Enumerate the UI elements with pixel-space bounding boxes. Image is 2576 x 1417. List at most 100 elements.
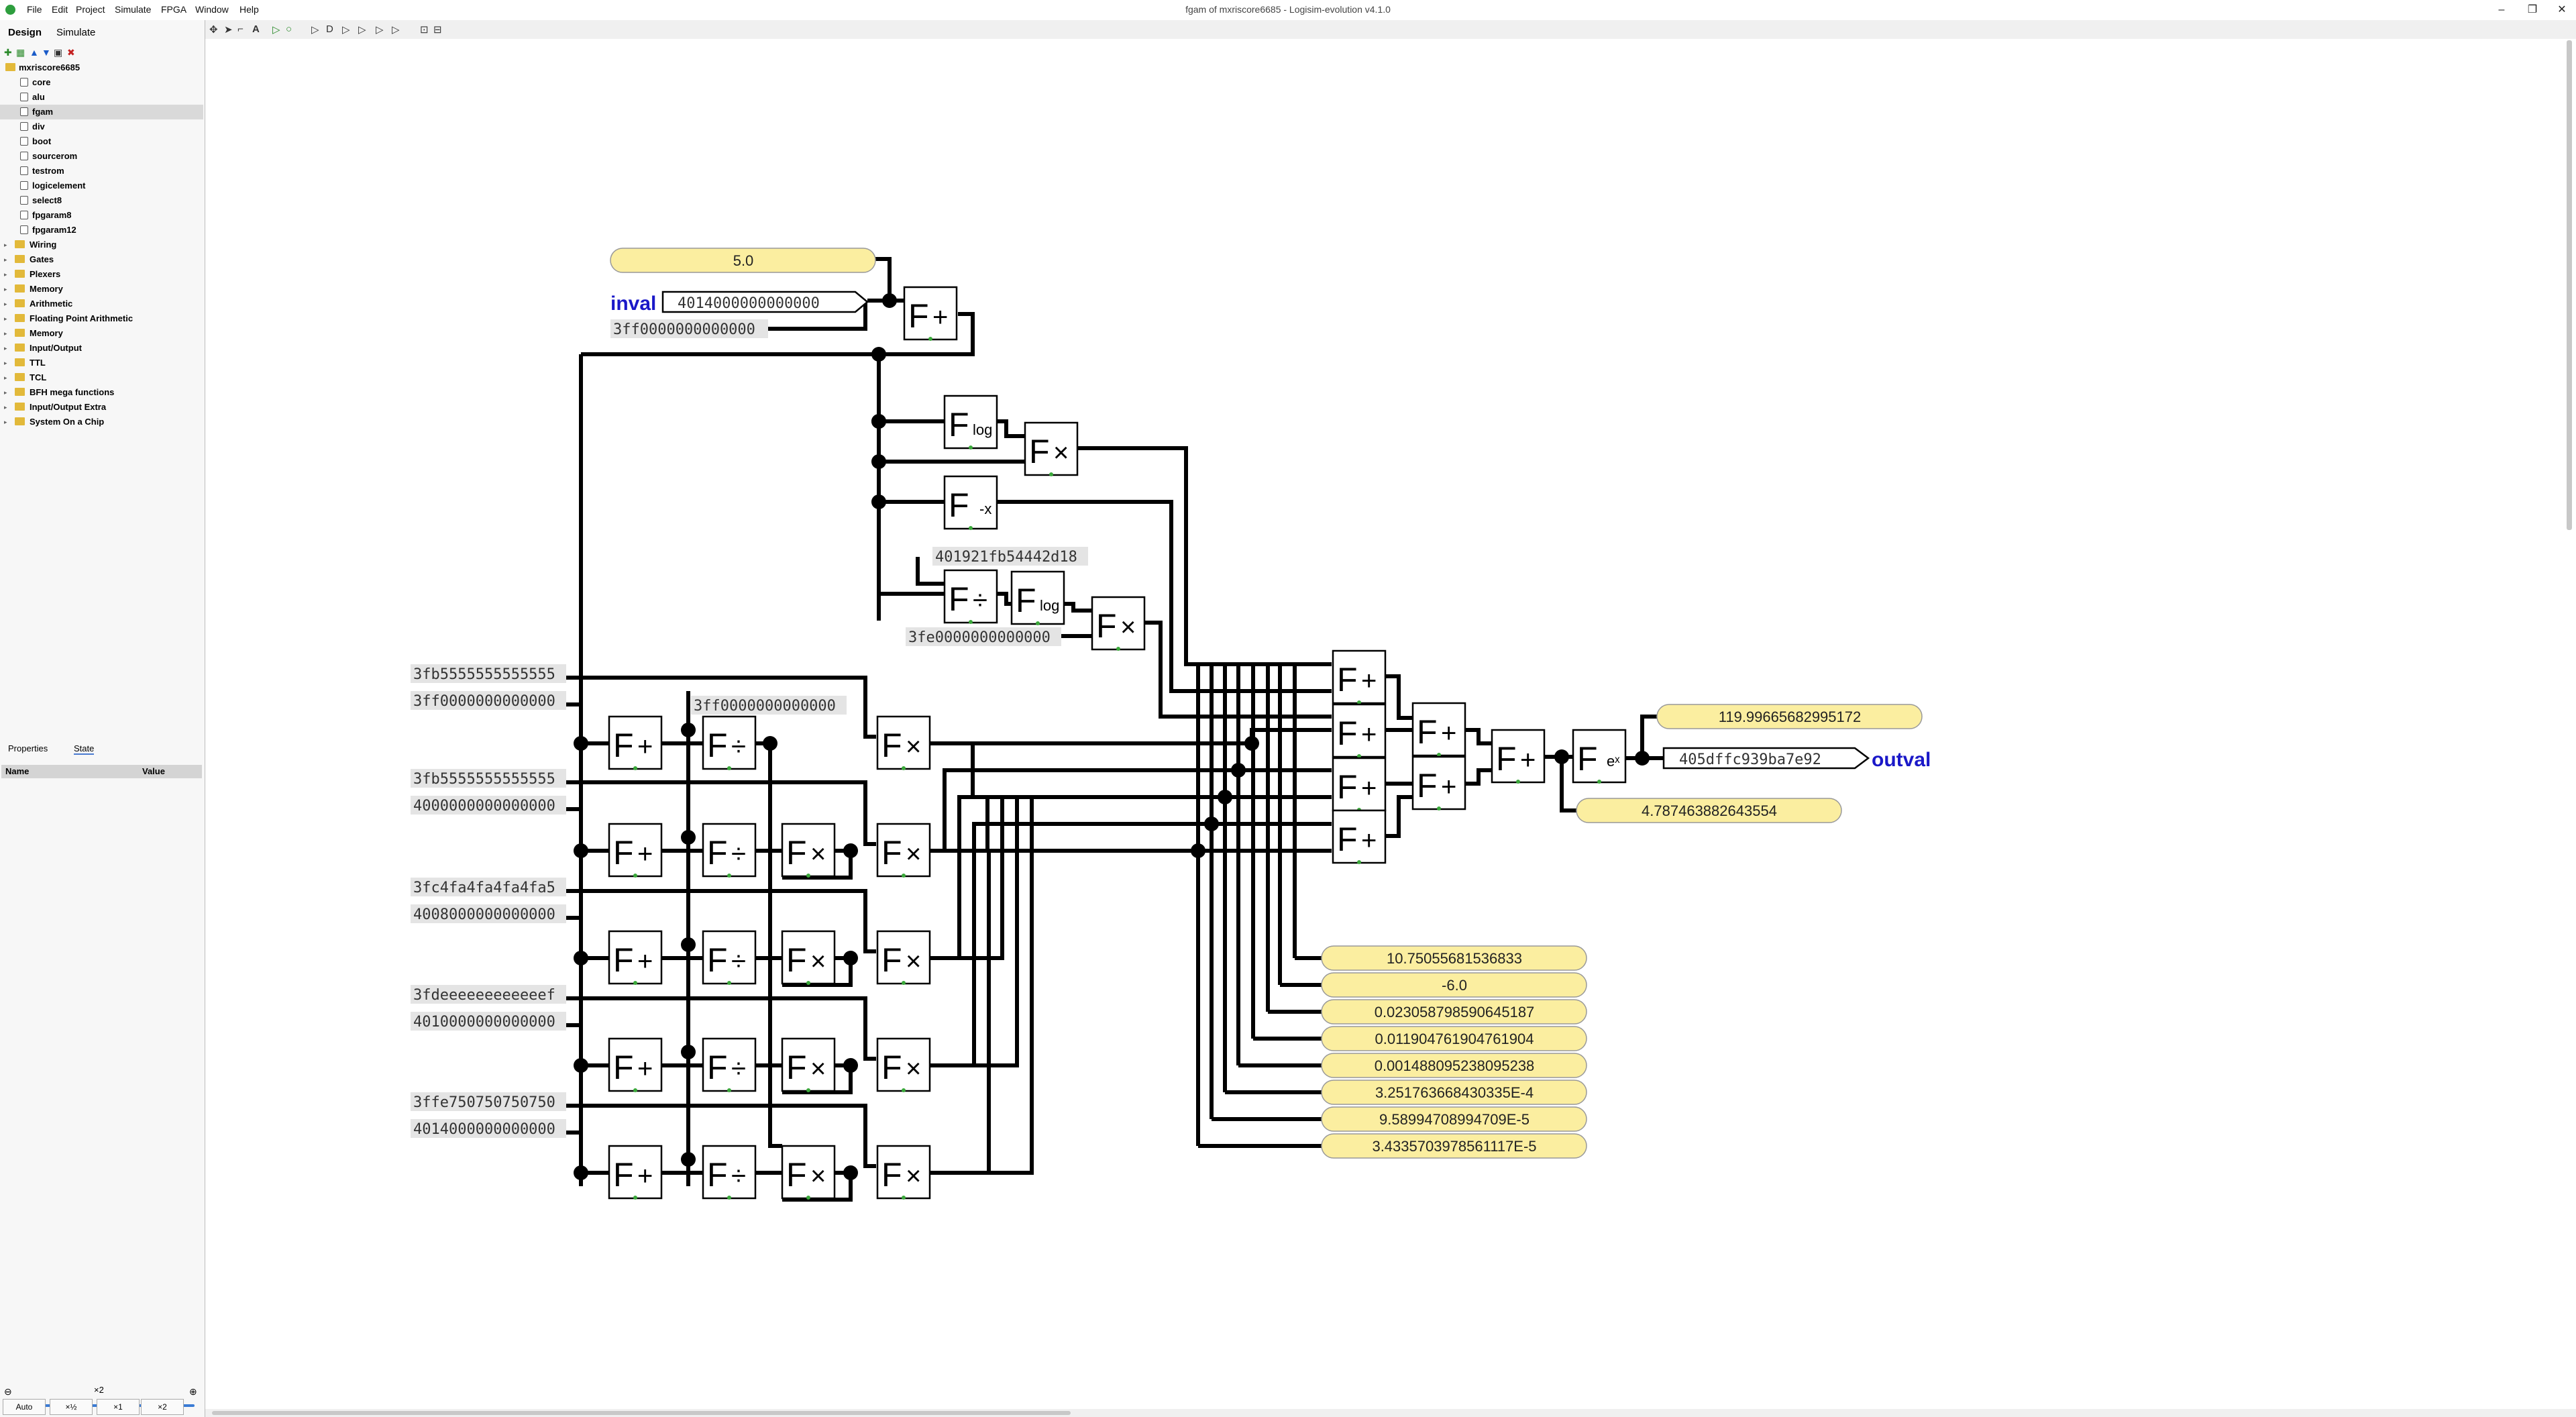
row3-mul[interactable]: F × (781, 1037, 836, 1092)
probe-icon[interactable]: ⊟ (433, 23, 442, 36)
zoom-1x-button[interactable]: ×1 (97, 1399, 140, 1415)
menu-fpga[interactable]: FPGA (161, 4, 186, 15)
row0-out[interactable]: F × (876, 715, 931, 770)
tree-circuit-fgam[interactable]: fgam (0, 105, 203, 119)
row0-div[interactable]: F ÷ (702, 715, 757, 770)
expand-icon[interactable]: ▸ (4, 326, 7, 341)
tab-simulate[interactable]: Simulate (56, 27, 95, 38)
row2-out[interactable]: F × (876, 930, 931, 985)
menu-window[interactable]: Window (195, 4, 229, 15)
row3-add[interactable]: F + (608, 1037, 663, 1092)
row1-out[interactable]: F × (876, 823, 931, 878)
row1-div[interactable]: F ÷ (702, 823, 757, 878)
fadd-7[interactable]: F + (1491, 729, 1546, 784)
tree-library[interactable]: ▸ Gates (0, 252, 203, 267)
tree-library[interactable]: ▸ Arithmetic (0, 297, 203, 311)
fexp[interactable]: Feˣ (1572, 729, 1627, 784)
fdiv-top[interactable]: F ÷ (943, 569, 998, 624)
nor-gate-icon[interactable]: ▷ (392, 23, 400, 36)
fadd-2[interactable]: F + (1332, 703, 1387, 758)
tree-circuit-select8[interactable]: select8 (0, 193, 203, 208)
menu-project[interactable]: Project (76, 4, 105, 15)
row3-out[interactable]: F × (876, 1037, 931, 1092)
row2-div[interactable]: F ÷ (702, 930, 757, 985)
fadd-3[interactable]: F + (1332, 757, 1387, 812)
delete-icon[interactable]: ✖ (67, 47, 75, 58)
fmul-2[interactable]: F × (1091, 596, 1146, 651)
move-down-icon[interactable]: ▼ (42, 47, 51, 58)
maximize-button[interactable]: ❐ (2517, 1, 2548, 19)
tree-library[interactable]: ▸ Memory (0, 282, 203, 297)
tab-design[interactable]: Design (8, 27, 42, 38)
tree-library[interactable]: ▸ BFH mega functions (0, 385, 203, 400)
tree-circuit-boot[interactable]: boot (0, 134, 203, 149)
tab-state[interactable]: State (74, 743, 95, 755)
menu-edit[interactable]: Edit (52, 4, 68, 15)
fadd-in[interactable]: F + (903, 286, 958, 341)
zoom-half-button[interactable]: ×½ (50, 1399, 93, 1415)
tree-circuit-div[interactable]: div (0, 119, 203, 134)
clock-icon[interactable]: ⊡ (420, 23, 429, 36)
move-up-icon[interactable]: ▲ (30, 47, 39, 58)
tree-library[interactable]: ▸ Memory (0, 326, 203, 341)
text-tool-icon[interactable]: A (252, 23, 260, 35)
add-circuit-icon[interactable]: ✚ (4, 47, 12, 58)
or-gate-icon[interactable]: ▷ (342, 23, 350, 36)
tree-circuit-core[interactable]: core (0, 75, 203, 90)
fadd-4[interactable]: F + (1332, 809, 1387, 864)
row4-mul[interactable]: F × (781, 1145, 836, 1200)
add-vhdl-icon[interactable]: ▦ (16, 47, 25, 58)
menu-help[interactable]: Help (239, 4, 259, 15)
row2-mul[interactable]: F × (781, 930, 836, 985)
expand-icon[interactable]: ▸ (4, 356, 7, 370)
fadd-6[interactable]: F + (1411, 755, 1466, 810)
hand-icon[interactable]: ✥ (209, 23, 218, 36)
row4-out[interactable]: F × (876, 1145, 931, 1200)
row0-add[interactable]: F + (608, 715, 663, 770)
tree-library[interactable]: ▸ Input/Output Extra (0, 400, 203, 415)
zoom-2x-button[interactable]: ×2 (141, 1399, 184, 1415)
tree-circuit-fpgaram12[interactable]: fpgaram12 (0, 223, 203, 238)
flog-2[interactable]: Flog (1010, 570, 1065, 625)
output-pin-icon[interactable]: ○ (286, 23, 292, 35)
tree-circuit-testrom[interactable]: testrom (0, 164, 203, 178)
nand-gate-icon[interactable]: ▷ (376, 23, 384, 36)
not-gate-icon[interactable]: ▷ (311, 23, 319, 36)
expand-icon[interactable]: ▸ (4, 297, 7, 311)
tree-circuit-fpgaram8[interactable]: fpgaram8 (0, 208, 203, 223)
tree-library[interactable]: ▸ TCL (0, 370, 203, 385)
expand-icon[interactable]: ▸ (4, 238, 7, 252)
expand-icon[interactable]: ▸ (4, 252, 7, 267)
expand-icon[interactable]: ▸ (4, 415, 7, 429)
tree-circuit-logicelement[interactable]: logicelement (0, 178, 203, 193)
expand-icon[interactable]: ▸ (4, 370, 7, 385)
expand-icon[interactable]: ▸ (4, 311, 7, 326)
tree-library[interactable]: ▸ Floating Point Arithmetic (0, 311, 203, 326)
flog-1[interactable]: Flog (943, 395, 998, 450)
xor-gate-icon[interactable]: ▷ (358, 23, 366, 36)
fneg[interactable]: F -x (943, 475, 998, 530)
tree-library[interactable]: ▸ System On a Chip (0, 415, 203, 429)
edit-appearance-icon[interactable]: ▣ (54, 47, 62, 58)
circuit-canvas[interactable]: F + F + F + F + F + F + F + Feˣ F + F ÷ F × F + F ÷ F × F × F + F ÷ F × F × F… (205, 39, 2576, 1409)
select-tool-icon[interactable]: ➤ (224, 23, 233, 36)
minimize-button[interactable]: – (2486, 1, 2517, 19)
row1-mul[interactable]: F × (781, 823, 836, 878)
tree-library[interactable]: ▸ Input/Output (0, 341, 203, 356)
vertical-scroll-thumb[interactable] (2567, 40, 2572, 530)
expand-icon[interactable]: ▸ (4, 282, 7, 297)
fadd-1[interactable]: F + (1332, 649, 1387, 704)
zoom-auto-button[interactable]: Auto (3, 1399, 46, 1415)
and-gate-icon[interactable]: D (326, 23, 333, 35)
zoom-out-icon[interactable]: ⊖ (4, 1386, 12, 1398)
menu-file[interactable]: File (27, 4, 42, 15)
horizontal-scrollbar[interactable] (205, 1409, 2576, 1417)
row4-div[interactable]: F ÷ (702, 1145, 757, 1200)
tree-circuit-alu[interactable]: alu (0, 90, 203, 105)
tree-library[interactable]: ▸ Wiring (0, 238, 203, 252)
menu-simulate[interactable]: Simulate (115, 4, 151, 15)
expand-icon[interactable]: ▸ (4, 400, 7, 415)
zoom-in-icon[interactable]: ⊕ (189, 1386, 197, 1398)
tree-library[interactable]: ▸ TTL (0, 356, 203, 370)
close-button[interactable]: ✕ (2546, 1, 2576, 19)
